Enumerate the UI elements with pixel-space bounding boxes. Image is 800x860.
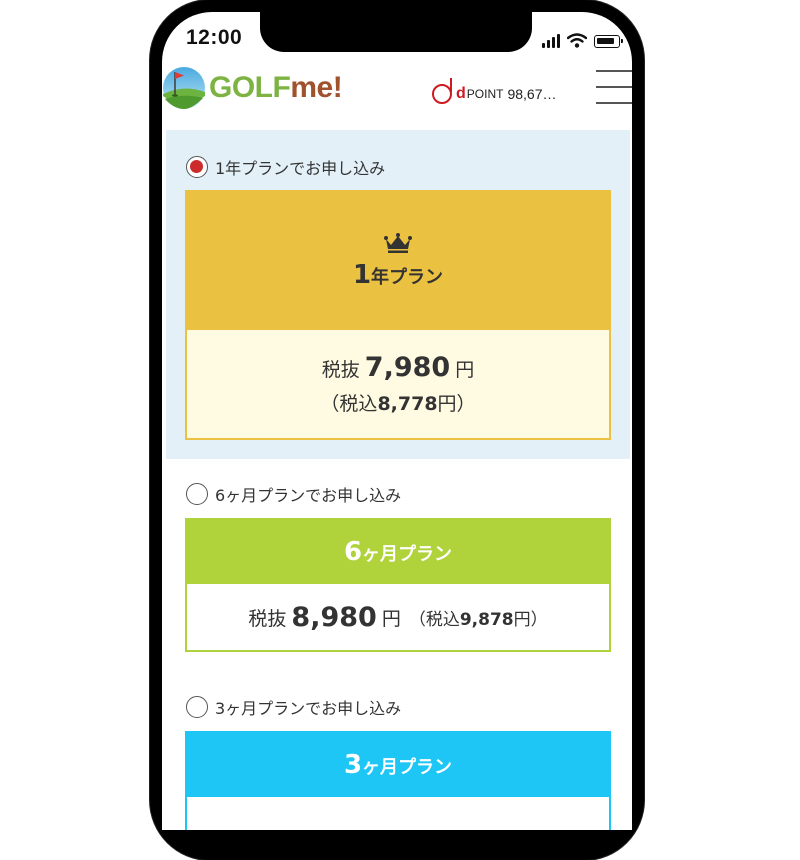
plan-section-6month: 6ヶ月プランでお申し込み 6ヶ月プラン 税抜 8,980 円 （税込9,878円） (166, 477, 630, 667)
plan-radio-3month[interactable]: 3ヶ月プランでお申し込み (186, 695, 401, 719)
dpoint-logo-icon (432, 78, 452, 104)
plan-card-6month[interactable]: 6ヶ月プラン 税抜 8,980 円 （税込9,878円） (185, 518, 611, 652)
site-header: GOLFme! dPOINT 98,67… (162, 60, 632, 122)
price-row: 税抜 7,980 円 (321, 352, 475, 383)
plan-section-3month: 3ヶ月プランでお申し込み 3ヶ月プラン (166, 690, 630, 830)
phone-notch (260, 12, 532, 52)
plan-card-1year[interactable]: 1年プラン 税抜 7,980 円 （税込8,778円） (185, 190, 611, 440)
plan-section-1year: 1年プランでお申し込み 1年プラン 税抜 7,980 円 （税込8,778円） (166, 130, 630, 459)
phone-screen: 12:00 GOLFme! dPOINT 98,67… 1年プランでお申し込み … (162, 12, 632, 830)
plan-card-header: 3ヶ月プラン (187, 733, 609, 797)
plan-radio-6month[interactable]: 6ヶ月プランでお申し込み (186, 482, 401, 506)
golfme-logo[interactable]: GOLFme! (162, 66, 343, 110)
plan-card-header: 6ヶ月プラン (187, 520, 609, 584)
plan-card-price (187, 797, 609, 830)
plan-card-price: 税抜 8,980 円 （税込9,878円） (187, 584, 609, 650)
dpoint-balance[interactable]: dPOINT 98,67… (432, 78, 557, 104)
wifi-icon (567, 33, 587, 48)
plan-title: 3ヶ月プラン (343, 750, 453, 780)
plan-card-3month[interactable]: 3ヶ月プラン (185, 731, 611, 830)
status-time: 12:00 (186, 26, 243, 49)
crown-icon (384, 233, 412, 253)
radio-button-icon (186, 696, 208, 718)
plan-radio-label: 1年プランでお申し込み (215, 159, 386, 178)
price-tax: （税込9,878円） (408, 609, 548, 630)
plan-radio-1year[interactable]: 1年プランでお申し込み (186, 155, 385, 179)
dpoint-value: 98,67… (507, 86, 557, 102)
plan-card-price: 税抜 7,980 円 （税込8,778円） (187, 330, 609, 438)
plan-radio-label: 3ヶ月プランでお申し込み (215, 699, 402, 718)
price-tax: （税込8,778円） (320, 393, 476, 415)
logo-text: GOLFme! (209, 71, 343, 104)
radio-button-icon (186, 156, 208, 178)
battery-icon (594, 35, 623, 48)
golf-course-logo-icon (163, 67, 205, 109)
plan-title: 6ヶ月プラン (343, 537, 453, 567)
radio-button-icon (186, 483, 208, 505)
plan-title: 1年プラン (352, 260, 444, 290)
signal-icon (542, 32, 560, 48)
status-icons (542, 32, 623, 48)
dpoint-label: dPOINT (456, 85, 504, 102)
hamburger-menu-icon[interactable] (596, 70, 632, 104)
plan-radio-label: 6ヶ月プランでお申し込み (215, 486, 402, 505)
plan-card-header: 1年プラン (187, 192, 609, 330)
